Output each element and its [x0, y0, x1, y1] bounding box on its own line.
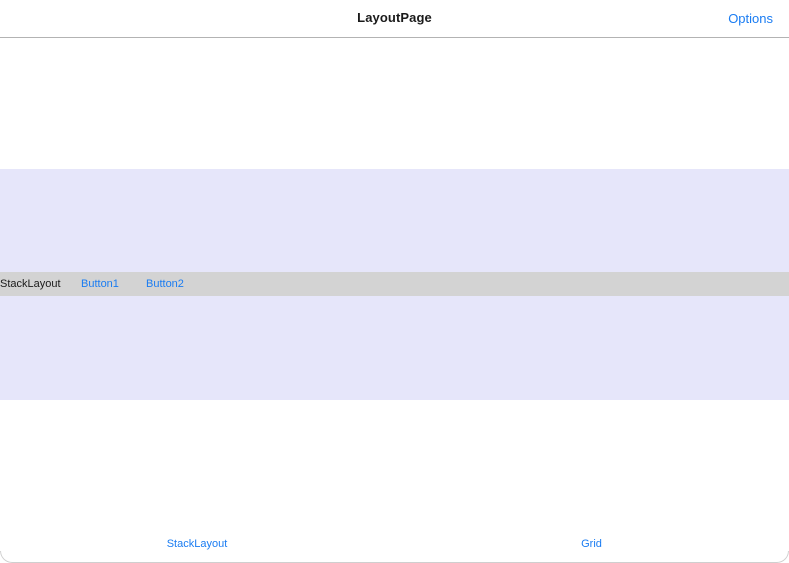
- page-title: LayoutPage: [357, 10, 432, 25]
- navigation-bar: LayoutPage Options: [0, 0, 789, 38]
- button1[interactable]: Button1: [81, 278, 119, 290]
- app-window: LayoutPage Options StackLayout Button1 B…: [0, 0, 789, 563]
- stack-layout-label: StackLayout: [0, 278, 61, 290]
- tab-grid[interactable]: Grid: [394, 538, 789, 550]
- options-button[interactable]: Options: [728, 11, 773, 26]
- stack-layout-row: StackLayout Button1 Button2: [0, 272, 789, 296]
- tab-bar: StackLayout Grid: [0, 530, 789, 563]
- button2[interactable]: Button2: [146, 278, 184, 290]
- tab-stacklayout[interactable]: StackLayout: [0, 538, 394, 550]
